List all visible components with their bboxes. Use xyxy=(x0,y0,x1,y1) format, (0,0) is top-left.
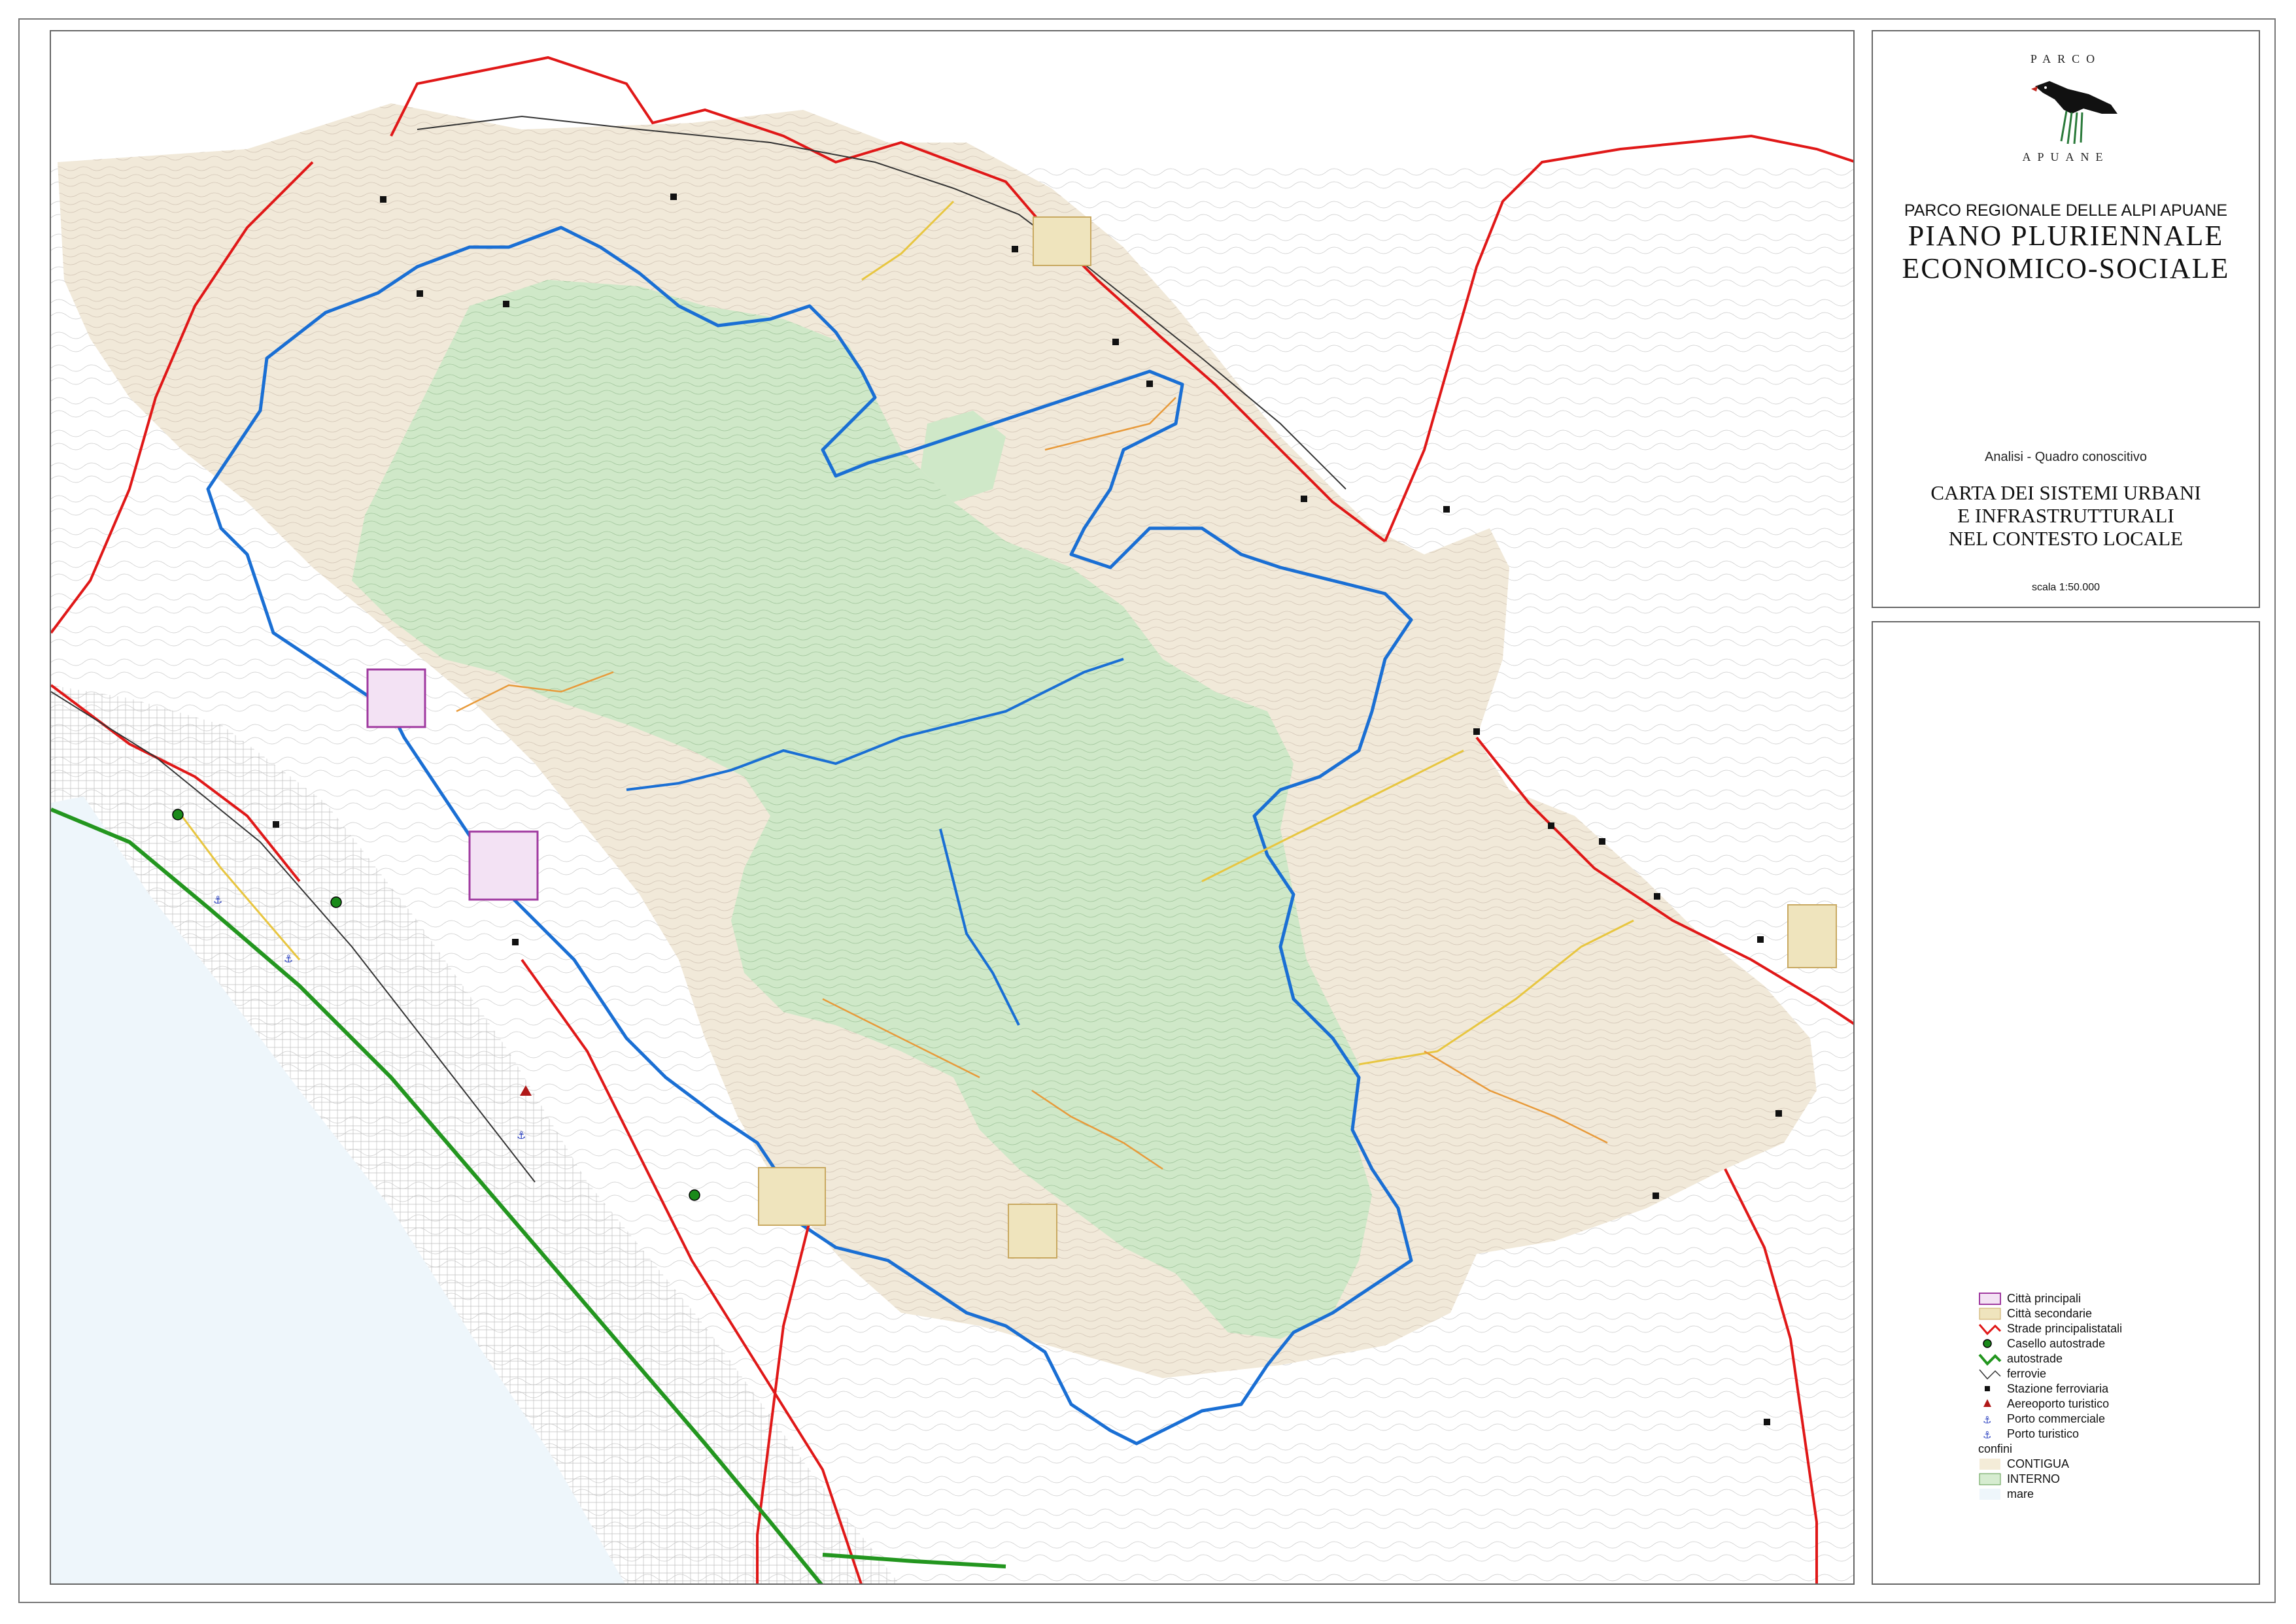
legend-item-airport[interactable]: Aereoporto turistico xyxy=(1978,1396,2253,1412)
legend-item-railway[interactable]: ferrovie xyxy=(1978,1366,2253,1381)
map-title: CARTA DEI SISTEMI URBANI E INFRASTRUTTUR… xyxy=(1873,481,2259,550)
map-panel[interactable]: ⚓ ⚓ ⚓ xyxy=(50,30,1855,1585)
legend-item-contigua[interactable]: CONTIGUA xyxy=(1978,1457,2253,1472)
red-triangle-icon xyxy=(1983,1399,1991,1407)
beige-square-icon xyxy=(1979,1459,2000,1470)
plan-title: PIANO PLURIENNALE ECONOMICO-SOCIALE xyxy=(1873,220,2259,285)
legend-heading-boundaries: confini xyxy=(1978,1442,2013,1455)
city-principal-carrara[interactable] xyxy=(366,668,426,728)
green-dot-icon xyxy=(1983,1339,1992,1348)
map-title-line1: CARTA DEI SISTEMI URBANI xyxy=(1930,481,2201,504)
organization-title: PARCO REGIONALE DELLE ALPI APUANE xyxy=(1904,201,2228,220)
legend-item-tourist-port[interactable]: ⚓ Porto turistico xyxy=(1978,1427,2253,1442)
legend-item-commercial-port[interactable]: ⚓ Porto commerciale xyxy=(1978,1412,2253,1427)
svg-text:⚓: ⚓ xyxy=(213,894,222,906)
map-title-line2: E INFRASTRUTTURALI xyxy=(1957,504,2174,527)
logo-top-text: PARCO xyxy=(2030,52,2102,65)
green-square-icon xyxy=(1979,1473,2001,1485)
svg-text:⚓: ⚓ xyxy=(1983,1414,1991,1426)
map-canvas[interactable]: ⚓ ⚓ ⚓ xyxy=(51,31,1855,1585)
legend-item-interno[interactable]: INTERNO xyxy=(1978,1472,2253,1487)
anchor-icon: ⚓ xyxy=(1983,1429,1991,1441)
anchor-icon: ⚓ xyxy=(1983,1414,1991,1426)
green-line-icon xyxy=(1978,1353,2002,1366)
svg-text:⚓: ⚓ xyxy=(284,953,293,965)
pink-square-icon xyxy=(1979,1293,2001,1305)
tan-square-icon xyxy=(1979,1308,2001,1320)
analysis-subtitle: Analisi - Quadro conoscitivo xyxy=(1985,450,2147,464)
legend-item-main-cities[interactable]: Città principali xyxy=(1978,1291,2253,1306)
black-square-icon xyxy=(1985,1386,1990,1391)
map-scale: scala 1:50.000 xyxy=(2031,582,2100,593)
black-line-icon xyxy=(1979,1369,2001,1380)
chough-bird-logo-icon xyxy=(2031,81,2117,144)
logo-bottom-text: APUANE xyxy=(2022,150,2110,163)
legend-item-secondary-cities[interactable]: Città secondarie xyxy=(1978,1306,2253,1321)
city-secondary-3[interactable] xyxy=(1008,1204,1057,1259)
map-legend: Città principali Città secondarie Strade… xyxy=(1978,1291,2253,1502)
legend-item-railway-station[interactable]: Stazione ferroviaria xyxy=(1978,1381,2253,1396)
sea-square-icon xyxy=(1979,1489,2000,1500)
svg-text:⚓: ⚓ xyxy=(1983,1429,1991,1441)
plan-title-line2: ECONOMICO-SOCIALE xyxy=(1902,252,2230,284)
map-title-line3: NEL CONTESTO LOCALE xyxy=(1948,527,2184,550)
legend-item-sea[interactable]: mare xyxy=(1978,1487,2253,1502)
plan-title-line1: PIANO PLURIENNALE xyxy=(1908,220,2224,252)
svg-text:⚓: ⚓ xyxy=(517,1129,526,1142)
legend-item-motorway[interactable]: autostrade xyxy=(1978,1351,2253,1366)
red-line-icon xyxy=(1978,1324,2002,1336)
legend-item-motorway-toll[interactable]: Casello autostrade xyxy=(1978,1336,2253,1351)
city-secondary-4[interactable] xyxy=(1787,904,1837,968)
city-secondary-2[interactable] xyxy=(758,1167,826,1226)
title-panel: PARCO APUANE PARCO REGIONALE DELLE ALPI … xyxy=(1872,30,2260,608)
legend-item-main-roads[interactable]: Strade principalistatali xyxy=(1978,1321,2253,1336)
city-secondary-1[interactable] xyxy=(1033,216,1091,266)
city-principal-massa[interactable] xyxy=(468,830,539,901)
